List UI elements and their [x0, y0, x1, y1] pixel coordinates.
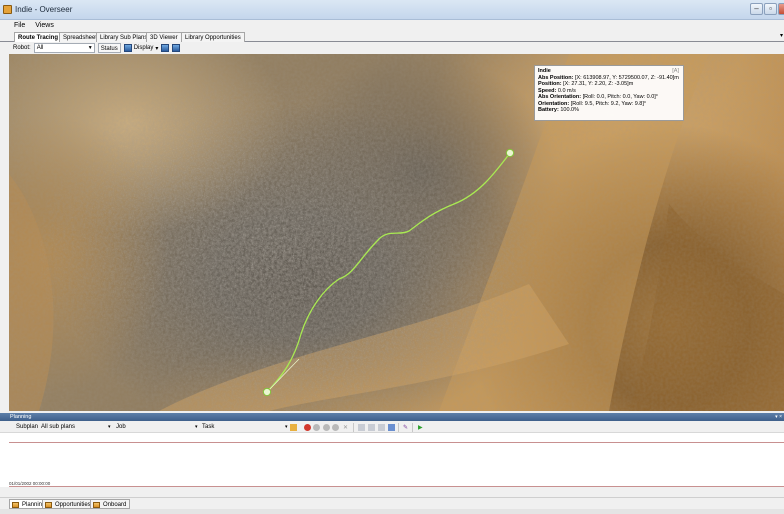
battery-value: 100.0%	[560, 107, 579, 113]
tab-onboard[interactable]: Onboard	[90, 499, 131, 509]
tab-onboard-label: Onboard	[103, 502, 127, 508]
timeline-bottom-line	[9, 486, 784, 487]
skip-icon[interactable]	[332, 424, 339, 431]
battery-label: Battery:	[538, 107, 559, 113]
subplan-dropdown-icon[interactable]: ▾	[108, 424, 111, 430]
abs-position-value: [X: 613908.97, Y: 5729500.07, Z: -91.40]…	[574, 74, 679, 81]
stop-icon[interactable]	[304, 424, 311, 431]
task-select[interactable]: Task	[202, 424, 214, 430]
zoom-icon[interactable]	[161, 44, 170, 52]
toolbar-separator	[353, 423, 354, 432]
abs-orientation-label: Abs Orientation:	[538, 94, 582, 100]
delete-icon[interactable]: ✕	[343, 424, 348, 431]
planning-panel-header: Planning ▾ ×	[0, 413, 784, 421]
battery-row: Battery: 100.0%	[538, 107, 680, 114]
pin-icon[interactable]: ▾ ×	[775, 413, 782, 421]
robot-select[interactable]: All ▼	[33, 43, 95, 53]
timeline-top-line	[9, 442, 784, 443]
tab-library-sub-plans[interactable]: Library Sub Plans	[96, 32, 152, 42]
menu-bar: File Views	[0, 20, 784, 31]
opportunities-icon	[45, 502, 52, 508]
status-button[interactable]: Status	[97, 43, 121, 53]
play-icon[interactable]: ▶	[418, 424, 423, 431]
route-toolbar: Robot: All ▼ Status Display ▾	[0, 42, 784, 54]
position-value: [X: 27.31, Y: 2.20, Z: -3.05]m	[563, 81, 634, 87]
planning-icon	[12, 502, 19, 508]
status-bar	[0, 509, 784, 514]
job-dropdown-icon[interactable]: ▾	[195, 424, 198, 430]
tab-opportunities-label: Opportunities	[55, 502, 91, 508]
tab-scroll-icon[interactable]: ▾	[780, 31, 783, 42]
robot-badge: [A]	[672, 68, 679, 74]
tab-library-opportunities[interactable]: Library Opportunities	[181, 32, 245, 42]
maximize-icon[interactable]: ▫	[764, 3, 777, 15]
abs-orientation-value: [Roll: 0.0, Pitch: 0.0, Yaw: 0.0]°	[582, 94, 658, 100]
job-select[interactable]: Job	[116, 424, 126, 430]
toolbar-separator	[412, 423, 413, 432]
display-dropdown-icon[interactable]: ▾	[155, 45, 158, 52]
tab-spreadsheet[interactable]: Spreadsheet	[59, 32, 102, 42]
route-map[interactable]: Indie [A] Abs Position: [X: 613908.97, Y…	[9, 54, 784, 411]
planning-toolbar: Subplan All sub plans ▾ Job ▾ Task ▾ ✕ ✎…	[0, 421, 784, 433]
robot-select-value: All	[36, 45, 44, 51]
tab-3d-viewer[interactable]: 3D Viewer	[146, 32, 182, 42]
window-title: Indie - Overseer	[15, 5, 73, 14]
robot-marker[interactable]	[262, 387, 272, 397]
planning-timeline[interactable]: 01/01/2002 00:00:00	[0, 433, 784, 487]
copy-icon[interactable]	[378, 424, 385, 431]
menu-file[interactable]: File	[14, 20, 25, 31]
add-task-icon[interactable]	[290, 424, 297, 431]
orientation-value: [Roll: 9.5, Pitch: 9.2, Yaw: 9.8]°	[570, 100, 647, 107]
route-start-marker[interactable]	[505, 148, 515, 158]
chevron-down-icon: ▼	[87, 45, 93, 51]
move-down-icon[interactable]	[368, 424, 375, 431]
robot-info-panel: Indie [A] Abs Position: [X: 613908.97, Y…	[534, 65, 684, 121]
task-dropdown-icon[interactable]: ▾	[285, 424, 288, 430]
title-bar: Indie - Overseer – ▫	[0, 0, 784, 20]
onboard-icon	[93, 502, 100, 508]
position-label: Position:	[538, 81, 562, 87]
speed-label: Speed:	[538, 87, 557, 94]
display-button[interactable]: Display	[134, 45, 154, 51]
resume-icon[interactable]	[323, 424, 330, 431]
edit-icon[interactable]: ✎	[403, 424, 408, 431]
subplan-label: Subplan	[16, 424, 39, 430]
speed-value: 0.0 m/s	[557, 87, 576, 94]
orientation-label: Orientation:	[538, 100, 570, 107]
toolbar-separator	[398, 423, 399, 432]
link-icon[interactable]	[388, 424, 395, 431]
tab-opportunities[interactable]: Opportunities	[42, 499, 95, 509]
abs-position-label: Abs Position:	[538, 74, 574, 81]
planning-title: Planning	[10, 414, 32, 420]
app-icon	[3, 5, 12, 14]
window-controls: – ▫	[749, 3, 784, 15]
robot-label: Robot:	[13, 45, 31, 51]
tab-strip: Route Tracing Spreadsheet Library Sub Pl…	[0, 31, 784, 43]
subplan-select[interactable]: All sub plans	[41, 424, 75, 430]
close-icon[interactable]	[778, 3, 784, 15]
center-icon[interactable]	[172, 44, 181, 52]
move-up-icon[interactable]	[358, 424, 365, 431]
display-icon[interactable]	[123, 44, 132, 52]
bottom-tab-strip: Planning Opportunities Onboard	[0, 497, 784, 509]
minimize-icon[interactable]: –	[750, 3, 763, 15]
menu-views[interactable]: Views	[35, 20, 54, 31]
pause-icon[interactable]	[313, 424, 320, 431]
